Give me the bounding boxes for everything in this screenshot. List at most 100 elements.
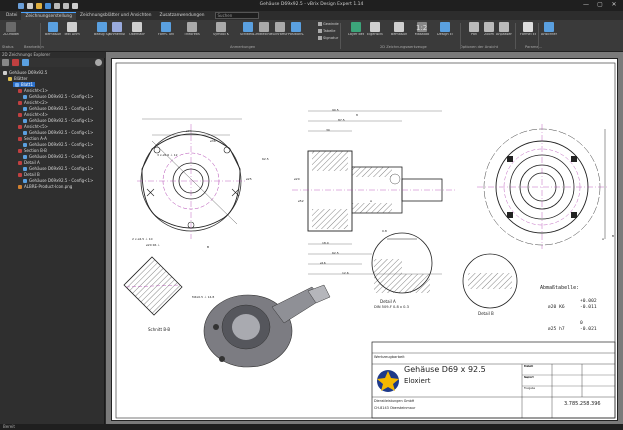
settings-icon[interactable]	[95, 59, 102, 66]
tree-item[interactable]: Gehäuse D69x92.5 - Config<1>	[23, 154, 93, 159]
iso-hole	[219, 356, 225, 362]
ribbon-tabs: Datei Zeichnungserstellung Zeichnungsblä…	[0, 11, 623, 20]
tree-item[interactable]: Gehäuse D69x92.5 - Config<1>	[23, 118, 93, 123]
tree-item[interactable]: Gehäuse D69x92.5	[3, 70, 47, 75]
section-view-a[interactable]	[292, 110, 457, 275]
tree-item[interactable]: Gehäuse D69x92.5 - Config<1>	[23, 142, 93, 147]
filter-icon[interactable]	[12, 59, 19, 66]
dimension-label: A	[602, 237, 605, 241]
tree-item[interactable]: Ansicht<1>	[18, 88, 48, 93]
window-controls: — ▢ ✕	[579, 0, 621, 10]
ribbon-button-layer[interactable]: Layer bearbeiten	[348, 22, 364, 44]
ribbon-button-fields[interactable]: Design Eigenschaftsfelder	[437, 22, 453, 44]
tree-icon[interactable]	[22, 59, 29, 66]
detail-b-label: Detail B	[478, 311, 494, 316]
tab-zusatzanwendungen[interactable]: Zusatzanwendungen	[156, 12, 209, 19]
ribbon-button-pan[interactable]: Pan	[466, 22, 482, 44]
ribbon-button-edge[interactable]: Symbol Kantenbeschriftung	[213, 22, 229, 44]
ribbon-small-button-2[interactable]: Signatur	[318, 36, 338, 40]
tree-item[interactable]: Ansicht<5>	[18, 124, 48, 129]
dimension-label: A	[370, 199, 373, 203]
ribbon-button-fit[interactable]: Anpassen	[496, 22, 512, 44]
drawing-canvas[interactable]: Schnitt B-B Detail A DIN 509-F 0.8 x 0.3 De…	[106, 52, 623, 424]
tree-node-icon	[18, 124, 22, 129]
ribbon-button-label: Bezug Symbol	[94, 33, 110, 36]
tree-node-icon	[23, 142, 27, 147]
tree-item[interactable]: Gehäuse D69x92.5 - Config<1>	[23, 178, 93, 183]
ribbon-button-weld[interactable]: Schweiß-zeichen	[240, 22, 256, 44]
ribbon-button-surface[interactable]: Oberflächen-beschaffenheit	[129, 22, 145, 44]
ribbon-button-dimension[interactable]: Bemaßung	[45, 22, 61, 44]
ribbon: 2D-Modell aktualisieren BemaßungText Anme…	[0, 20, 623, 52]
detail-b[interactable]	[462, 253, 518, 309]
part-name: Gehäuse D69 x 92.5	[404, 365, 486, 374]
ribbon-button-centerline[interactable]: Mittellinie	[256, 22, 272, 44]
close-button[interactable]: ✕	[607, 0, 621, 10]
dimension-label: 30	[326, 128, 330, 132]
ribbon-button-text[interactable]: Text Anmerkung	[64, 22, 80, 44]
side-view[interactable]	[477, 124, 607, 249]
datum-icon	[97, 22, 107, 32]
pan-icon	[469, 22, 479, 32]
ribbon-button-refresh[interactable]: 2D-Modell aktualisieren	[3, 22, 19, 44]
detail-b-hatch	[468, 273, 512, 289]
tab-datei[interactable]: Datei	[2, 12, 21, 19]
dimension-label: 18.0	[322, 241, 329, 245]
detail-a[interactable]	[371, 232, 433, 294]
tree-item[interactable]: Detail A	[18, 160, 40, 165]
tab-zeichnungserstellung[interactable]: Zeichnungserstellung	[21, 11, 77, 20]
ribbon-small-button-0[interactable]: Gewinde	[318, 22, 339, 26]
ribbon-button-annotation[interactable]: Anmerkung Symbol	[109, 22, 125, 44]
tree-item[interactable]: ALBRE-Product-Icon.png	[18, 184, 72, 189]
ribbon-separator	[538, 23, 539, 49]
tab-blaetter-ansichten[interactable]: Zeichnungsblätter und Ansichten	[76, 12, 155, 19]
scale-display[interactable]: 1:2	[416, 24, 427, 32]
ribbon-small-label: Tabelle	[323, 29, 336, 33]
ribbon-small-button-1[interactable]: Tabelle	[318, 29, 336, 33]
search-input[interactable]: Suchen	[214, 12, 259, 19]
iso-hole	[213, 324, 219, 330]
tree-item[interactable]: Gehäuse D69x92.5 - Config<1>	[23, 94, 93, 99]
ribbon-button-select-dim[interactable]: Bemaßungen auswählen	[391, 22, 407, 44]
tolerance-value: -0.021	[580, 327, 597, 332]
centerline-icon	[259, 22, 269, 32]
small-tool-icon	[318, 29, 322, 33]
ribbon-button-tolerance[interactable]: Form- und Lagetoleranzen	[158, 22, 174, 44]
tree-item[interactable]: Section B-B	[18, 148, 47, 153]
tree-item[interactable]: Gehäuse D69x92.5 - Config<1>	[23, 166, 93, 171]
drawing-sheet[interactable]: Schnitt B-B Detail A DIN 509-F 0.8 x 0.3 De…	[111, 58, 618, 421]
section-view-b[interactable]	[123, 256, 183, 316]
expand-icon[interactable]	[2, 59, 9, 66]
layer-icon	[351, 22, 361, 32]
ribbon-button-balloon[interactable]: Positions-nummern	[288, 22, 304, 44]
tree-item[interactable]: Detail B	[18, 172, 40, 177]
ribbon-button-label: Ansichten aktualisieren	[541, 33, 557, 36]
tree-item-label: Gehäuse D69x92.5 - Config<1>	[29, 166, 94, 171]
maximize-button[interactable]: ▢	[593, 0, 607, 10]
tolerance-dim: ⌀20 K6	[548, 305, 565, 310]
tree-item[interactable]: Blätter	[8, 76, 28, 81]
ribbon-button-intersection[interactable]: Theoretischer Schnittpunkt	[184, 22, 200, 44]
ribbon-button-formula[interactable]: Formel Editor	[520, 22, 536, 44]
ribbon-button-properties[interactable]: Eigenschaften der Bemaßung	[367, 22, 383, 44]
tree-item[interactable]: Blatt1	[13, 82, 35, 87]
ribbon-button-datum[interactable]: Bezug Symbol	[94, 22, 110, 44]
front-view[interactable]	[137, 118, 247, 239]
tree-node-icon	[8, 76, 12, 81]
tree-item[interactable]: Ansicht<2>	[18, 100, 48, 105]
small-tool-icon	[318, 22, 322, 26]
window-title: Gehäuse D69x92.5 - vBrix Design Expert 1…	[259, 2, 364, 7]
ribbon-button-zoom[interactable]: Zoom	[481, 22, 497, 44]
tree-item[interactable]: Gehäuse D69x92.5 - Config<1>	[23, 130, 93, 135]
minimize-button[interactable]: —	[579, 0, 593, 10]
tree-item[interactable]: Ansicht<4>	[18, 112, 48, 117]
small-tool-icon	[318, 36, 322, 40]
ribbon-button-update-views[interactable]: Ansichten aktualisieren	[541, 22, 557, 44]
edge-icon	[216, 22, 226, 32]
ribbon-group-label: 2D Zeichnungswerkzeuge	[380, 45, 427, 49]
ribbon-group-label: Status	[2, 45, 14, 49]
isometric-view[interactable]	[203, 284, 331, 368]
tree-item[interactable]: Gehäuse D69x92.5 - Config<1>	[23, 106, 93, 111]
tree-item[interactable]: Section A-A	[18, 136, 47, 141]
ribbon-button-hatch[interactable]: Schraffur	[272, 22, 288, 44]
